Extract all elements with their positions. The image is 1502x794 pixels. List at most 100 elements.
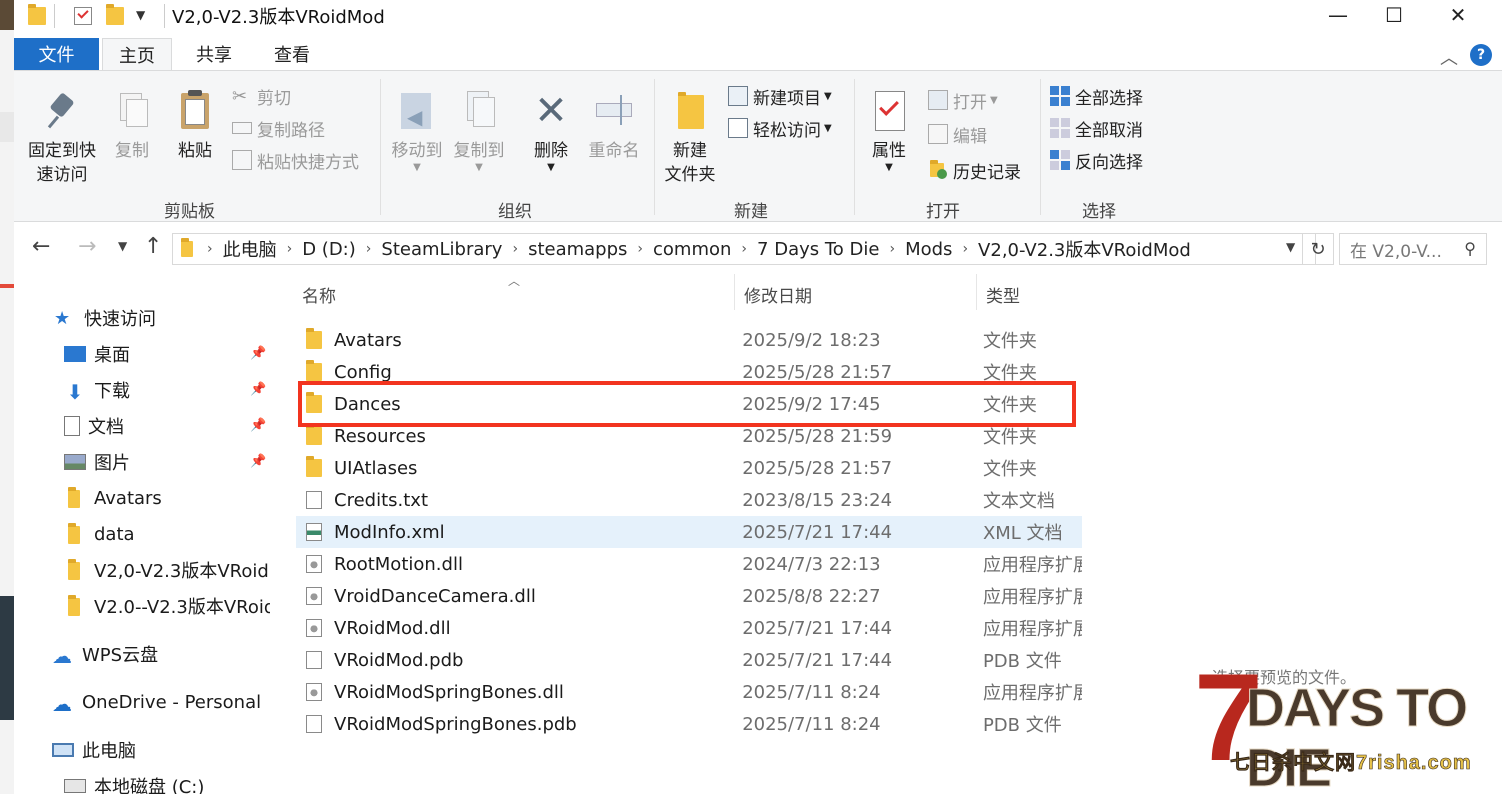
invert-selection-button[interactable]: 反向选择 bbox=[1050, 145, 1143, 175]
file-name: VRoidModSpringBones.pdb bbox=[334, 713, 577, 735]
select-none-button[interactable]: 全部取消 bbox=[1050, 113, 1143, 143]
file-row[interactable]: Credits.txt 2023/8/15 23:24 文本文档 bbox=[296, 484, 1082, 516]
breadcrumb-drive-d[interactable]: D (D:) bbox=[302, 239, 356, 260]
column-header-type[interactable]: 类型 bbox=[986, 282, 1020, 307]
copy-button[interactable]: 复制 bbox=[110, 89, 154, 163]
column-header-date[interactable]: 修改日期 bbox=[744, 282, 812, 307]
tab-file[interactable]: 文件 bbox=[14, 38, 99, 70]
pin-icon: 📌 bbox=[250, 454, 267, 469]
properties-check-icon bbox=[869, 89, 909, 133]
forward-arrow-icon[interactable]: → bbox=[78, 234, 96, 259]
file-row[interactable]: VRoidMod.dll 2025/7/21 17:44 应用程序扩展 bbox=[296, 612, 1082, 644]
breadcrumb-current-folder[interactable]: V2,0-V2.3版本VRoidMod bbox=[978, 236, 1191, 262]
address-history-chevron-icon[interactable]: ▼ bbox=[1286, 240, 1295, 254]
file-type: XML 文档 bbox=[982, 523, 1063, 544]
nav-item-vroidmod-2[interactable]: V2.0--V2.3版本VRoid bbox=[64, 588, 270, 624]
collapse-ribbon-icon[interactable]: ︿ bbox=[1440, 44, 1458, 70]
up-arrow-icon[interactable]: ↑ bbox=[144, 234, 162, 259]
history-button[interactable]: 历史记录 bbox=[928, 155, 1021, 185]
nav-this-pc[interactable]: 此电脑 bbox=[52, 732, 136, 768]
nav-quick-access-label: 快速访问 bbox=[84, 309, 156, 330]
move-to-button[interactable]: ◀ 移动到 ▼ bbox=[388, 89, 446, 173]
nav-item-label: 下载 bbox=[94, 381, 130, 402]
text-file-icon bbox=[306, 491, 322, 509]
breadcrumb-7-days-to-die[interactable]: 7 Days To Die bbox=[757, 239, 879, 260]
file-row[interactable]: RootMotion.dll 2024/7/3 22:13 应用程序扩展 bbox=[296, 548, 1082, 580]
tab-home[interactable]: 主页 bbox=[102, 38, 172, 70]
chevron-down-icon[interactable]: ▼ bbox=[118, 239, 127, 253]
breadcrumb-mods[interactable]: Mods bbox=[905, 239, 952, 260]
nav-item-pictures[interactable]: 图片 bbox=[64, 444, 130, 480]
nav-item-data[interactable]: data bbox=[64, 516, 135, 552]
breadcrumb-common[interactable]: common bbox=[653, 239, 731, 260]
file-row[interactable]: UIAtlases 2025/5/28 21:57 文件夹 bbox=[296, 452, 1082, 484]
tab-share[interactable]: 共享 bbox=[180, 38, 248, 70]
folder-icon bbox=[64, 487, 86, 508]
maximize-button[interactable]: ☐ bbox=[1366, 0, 1422, 30]
nav-item-documents[interactable]: 文档 bbox=[64, 408, 124, 444]
tab-view[interactable]: 查看 bbox=[258, 38, 326, 70]
address-bar[interactable]: › 此电脑 › D (D:) › SteamLibrary › steamapp… bbox=[172, 233, 1316, 265]
file-row[interactable]: VRoidMod.pdb 2025/7/21 17:44 PDB 文件 bbox=[296, 644, 1082, 676]
copy-path-button[interactable]: 复制路径 bbox=[232, 113, 325, 143]
nav-wps-cloud[interactable]: ☁ WPS云盘 bbox=[52, 636, 158, 672]
pdb-file-icon bbox=[306, 651, 322, 669]
nav-onedrive[interactable]: ☁ OneDrive - Personal bbox=[52, 684, 261, 720]
nav-item-vroidmod-1[interactable]: V2,0-V2.3版本VRoidM bbox=[64, 552, 270, 588]
file-date: 2025/8/8 22:27 bbox=[742, 585, 881, 607]
open-button[interactable]: 打开 ▼ bbox=[928, 85, 998, 115]
move-to-icon: ◀ bbox=[397, 89, 437, 133]
file-name: VRoidModSpringBones.dll bbox=[334, 681, 564, 703]
file-row[interactable]: ModInfo.xml 2025/7/21 17:44 XML 文档 bbox=[296, 516, 1082, 548]
properties-button[interactable]: 属性 ▼ bbox=[864, 89, 914, 173]
new-folder-icon[interactable] bbox=[106, 4, 124, 25]
file-row[interactable]: Avatars 2025/9/2 18:23 文件夹 bbox=[296, 324, 1082, 356]
desktop-icon bbox=[64, 346, 86, 362]
cut-button[interactable]: ✂ 剪切 bbox=[232, 81, 291, 111]
column-header-name[interactable]: 名称 bbox=[302, 282, 336, 307]
pin-to-quick-access-button[interactable]: 固定到快 速访问 bbox=[26, 89, 98, 187]
breadcrumb-steamlibrary[interactable]: SteamLibrary bbox=[381, 239, 502, 260]
help-icon[interactable]: ? bbox=[1470, 44, 1492, 66]
chevron-down-icon[interactable]: ▼ bbox=[136, 8, 145, 22]
ribbon-tabs: 文件 主页 共享 查看 ︿ ? bbox=[14, 36, 1502, 70]
paste-shortcut-button[interactable]: 粘贴快捷方式 bbox=[232, 145, 359, 175]
minimize-button[interactable]: — bbox=[1310, 0, 1366, 30]
rename-button[interactable]: 重命名 bbox=[584, 89, 644, 163]
refresh-icon[interactable]: ↻ bbox=[1302, 233, 1334, 265]
properties-check-icon[interactable] bbox=[74, 7, 92, 25]
folder-icon bbox=[181, 238, 193, 257]
divider bbox=[654, 79, 655, 215]
paste-button[interactable]: 粘贴 bbox=[170, 89, 220, 163]
file-row[interactable]: VroidDanceCamera.dll 2025/8/8 22:27 应用程序… bbox=[296, 580, 1082, 612]
desktop-background-strip bbox=[0, 0, 14, 794]
search-input[interactable]: 在 V2,0-V... ⚲ bbox=[1339, 233, 1487, 265]
file-date: 2025/5/28 21:59 bbox=[742, 425, 893, 447]
close-button[interactable]: ✕ bbox=[1430, 0, 1486, 30]
group-label-open: 打开 bbox=[926, 202, 960, 222]
copy-to-button[interactable]: 复制到 ▼ bbox=[450, 89, 508, 173]
breadcrumb-this-pc[interactable]: 此电脑 bbox=[223, 236, 277, 262]
search-icon[interactable]: ⚲ bbox=[1464, 239, 1476, 258]
nav-item-avatars[interactable]: Avatars bbox=[64, 480, 162, 516]
nav-quick-access[interactable]: ★ 快速访问 bbox=[54, 300, 156, 336]
breadcrumb-steamapps[interactable]: steamapps bbox=[528, 239, 627, 260]
back-arrow-icon[interactable]: ← bbox=[32, 234, 50, 259]
file-row[interactable]: VRoidModSpringBones.dll 2025/7/11 8:24 应… bbox=[296, 676, 1082, 708]
delete-x-icon: ✕ bbox=[534, 88, 568, 134]
nav-item-downloads[interactable]: ⬇ 下载 bbox=[64, 372, 130, 408]
delete-button[interactable]: ✕ 删除 ▼ bbox=[526, 89, 576, 173]
divider[interactable] bbox=[976, 274, 977, 310]
easy-access-button[interactable]: 轻松访问 ▼ bbox=[728, 113, 832, 143]
edit-button[interactable]: 编辑 bbox=[928, 119, 987, 149]
nav-item-desktop[interactable]: 桌面 bbox=[64, 336, 130, 372]
select-all-button[interactable]: 全部选择 bbox=[1050, 81, 1143, 111]
new-folder-button[interactable]: 新建 文件夹 bbox=[660, 89, 720, 187]
file-row[interactable]: VRoidModSpringBones.pdb 2025/7/11 8:24 P… bbox=[296, 708, 1082, 740]
divider[interactable] bbox=[734, 274, 735, 310]
edit-icon bbox=[928, 124, 948, 144]
new-item-button[interactable]: 新建项目 ▼ bbox=[728, 81, 832, 111]
nav-local-disk[interactable]: 本地磁盘 (C:) bbox=[64, 768, 204, 794]
nav-item-label: 图片 bbox=[94, 453, 130, 474]
drive-icon bbox=[64, 779, 86, 793]
